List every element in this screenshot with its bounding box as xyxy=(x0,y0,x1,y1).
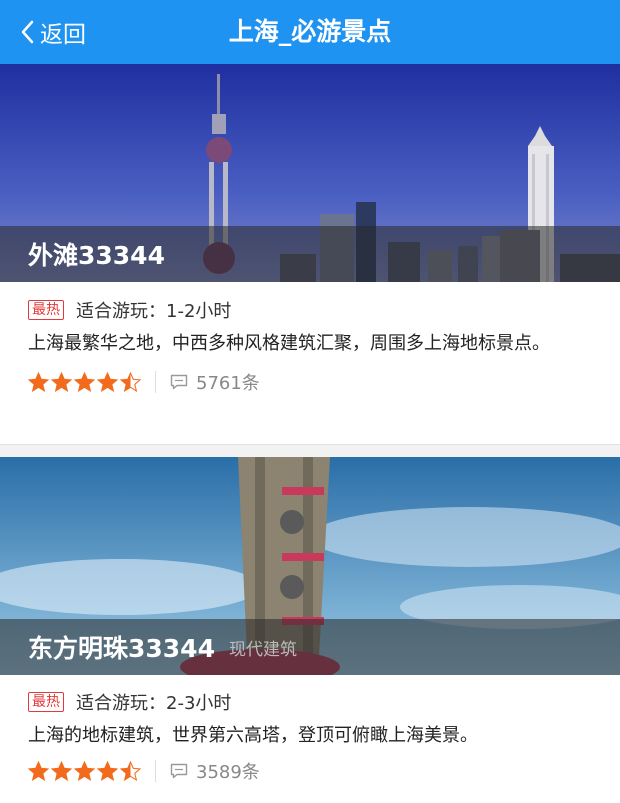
spot-caption: 外滩33344 xyxy=(0,226,620,282)
spot-photo: 东方明珠33344 现代建筑 xyxy=(0,457,620,675)
spot-description: 上海最繁华之地，中西多种风格建筑汇聚，周围多上海地标景点。 xyxy=(28,333,550,354)
spot-description: 上海的地标建筑，世界第六高塔，登顶可俯瞰上海美景。 xyxy=(28,725,478,746)
comment-count-label: 3589条 xyxy=(196,762,260,783)
duration-label: 适合游玩： xyxy=(76,693,166,714)
comment-count[interactable]: 3589条 xyxy=(170,758,260,784)
hot-badge: 最热 xyxy=(28,300,64,320)
hot-badge: 最热 xyxy=(28,692,64,712)
spot-card[interactable]: 东方明珠33344 现代建筑 最热 适合游玩： 2-3小时 上海的地标建筑，世界… xyxy=(0,457,620,803)
nav-bar: 返回 上海_必游景点 xyxy=(0,0,620,64)
spot-caption: 东方明珠33344 现代建筑 xyxy=(0,619,620,675)
spot-photo: 外滩33344 xyxy=(0,64,620,282)
card-separator xyxy=(0,444,620,457)
duration-value: 1-2小时 xyxy=(166,301,232,322)
star-icon xyxy=(97,372,118,392)
comment-icon xyxy=(170,763,188,779)
spot-name: 外滩33344 xyxy=(28,241,165,270)
meta-divider xyxy=(155,371,156,393)
spot-meta: 3589条 xyxy=(28,757,596,785)
comment-count[interactable]: 5761条 xyxy=(170,369,260,395)
spot-info: 最热 适合游玩： 1-2小时 上海最繁华之地，中西多种风格建筑汇聚，周围多上海地… xyxy=(28,297,596,396)
rating-stars xyxy=(28,372,141,392)
rating-stars xyxy=(28,761,141,781)
meta-divider xyxy=(155,760,156,782)
star-icon xyxy=(28,372,49,392)
duration-label: 适合游玩： xyxy=(76,301,166,322)
comment-icon xyxy=(170,374,188,390)
page-title: 上海_必游景点 xyxy=(228,17,392,46)
star-icon xyxy=(74,372,95,392)
star-icon xyxy=(28,761,49,781)
spot-card[interactable]: 外滩33344 最热 适合游玩： 1-2小时 上海最繁华之地，中西多种风格建筑汇… xyxy=(0,64,620,444)
star-icon xyxy=(120,761,141,781)
star-icon xyxy=(51,372,72,392)
star-icon xyxy=(120,372,141,392)
spot-meta: 5761条 xyxy=(28,368,596,396)
duration-value: 2-3小时 xyxy=(166,693,232,714)
star-icon xyxy=(74,761,95,781)
spot-info: 最热 适合游玩： 2-3小时 上海的地标建筑，世界第六高塔，登顶可俯瞰上海美景。… xyxy=(28,689,596,785)
star-icon xyxy=(51,761,72,781)
comment-count-label: 5761条 xyxy=(196,373,260,394)
star-icon xyxy=(97,761,118,781)
spot-tag: 现代建筑 xyxy=(228,639,297,660)
spot-name: 东方明珠33344 xyxy=(28,634,215,663)
